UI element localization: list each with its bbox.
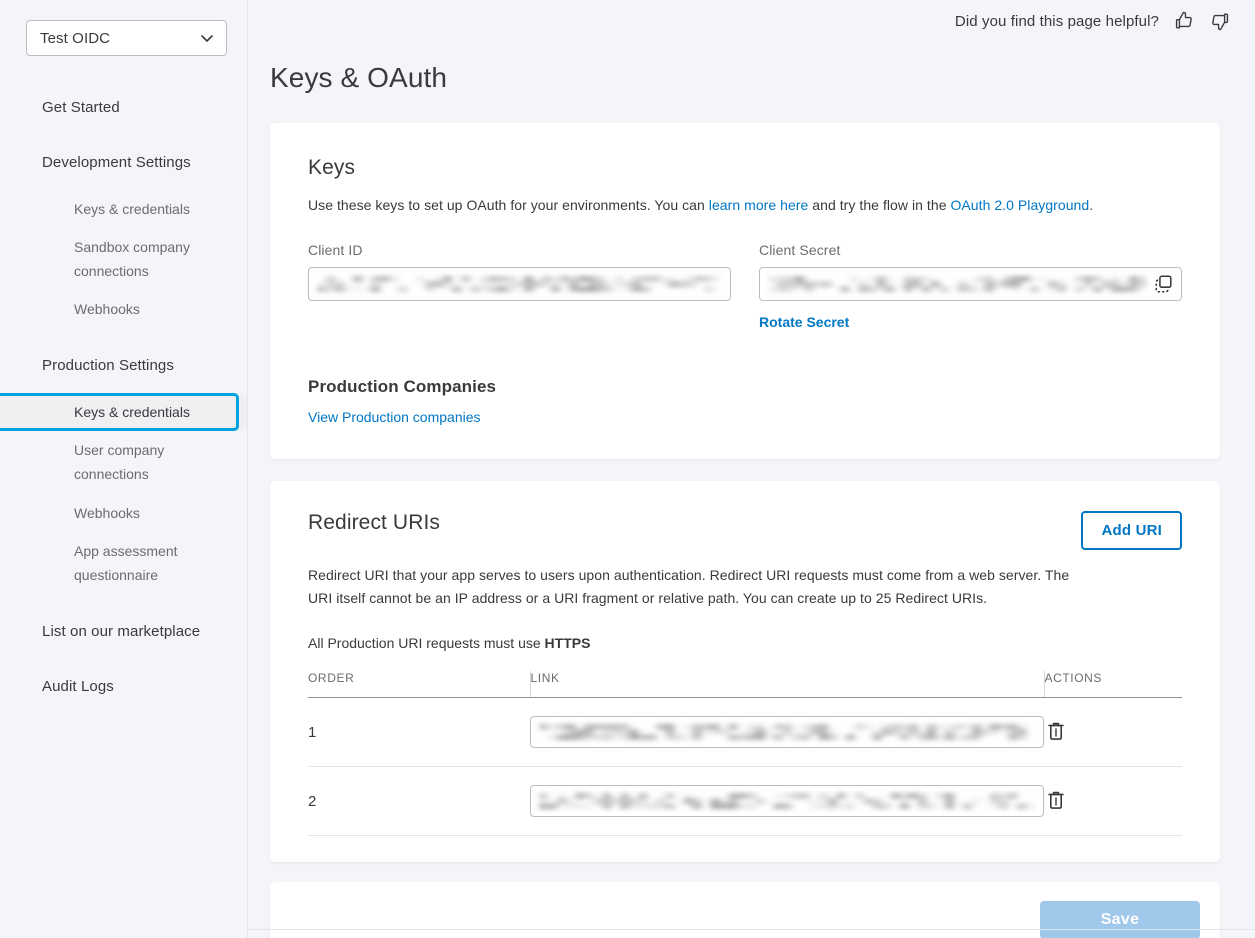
page-feedback: Did you find this page helpful? [955, 10, 1231, 32]
redirect-uris-description: Redirect URI that your app serves to use… [308, 567, 1070, 606]
keys-card: Keys Use these keys to set up OAuth for … [270, 123, 1220, 459]
sidebar-item-label: Keys & credentials [74, 404, 190, 421]
redirect-uri-masked-value [539, 793, 1035, 810]
redirect-uri-masked-value [539, 724, 1035, 741]
production-companies-title: Production Companies [308, 377, 497, 396]
table-body: 1 2 [308, 697, 1182, 837]
oauth-playground-link[interactable]: OAuth 2.0 Playground [950, 197, 1089, 213]
production-companies-link-row: View Production companies [308, 409, 1182, 425]
sidebar-group-production-settings[interactable]: Production Settings [0, 348, 247, 383]
https-note: All Production URI requests must use HTT… [308, 635, 1182, 651]
redirect-uris-card: Redirect URIs Add URI Redirect URI that … [270, 481, 1220, 863]
thumbs-down-icon[interactable] [1209, 10, 1231, 32]
save-button[interactable]: Save [1040, 901, 1200, 938]
sidebar-group-development-settings[interactable]: Development Settings [0, 145, 247, 180]
keys-desc-part3: . [1089, 197, 1094, 213]
sidebar-nav: Get Started Development Settings Keys & … [0, 90, 247, 704]
trash-icon [1048, 722, 1064, 740]
redirect-uris-header: Redirect URIs Add URI [308, 511, 1182, 550]
view-production-companies-link[interactable]: View Production companies [308, 409, 481, 425]
row-actions-cell [1044, 697, 1182, 768]
app-selector-value: Test OIDC [40, 29, 111, 47]
keys-desc-part1: Use these keys to set up OAuth for your … [308, 197, 709, 213]
redirect-uris-table: ORDER LINK ACTIONS 1 2 [308, 671, 1182, 837]
learn-more-here-link[interactable]: learn more here [709, 197, 809, 213]
keys-desc-part2: and try the flow in the [808, 197, 951, 213]
bottom-divider [248, 929, 1255, 930]
thumbs-up-icon[interactable] [1173, 10, 1195, 32]
keys-section-description: Use these keys to set up OAuth for your … [308, 195, 1182, 216]
copy-icon[interactable] [1154, 274, 1174, 294]
client-id-input[interactable] [308, 267, 731, 301]
delete-uri-button[interactable] [1044, 718, 1068, 747]
table-header-row: ORDER LINK ACTIONS [308, 671, 1182, 699]
main-content: Did you find this page helpful? Keys & O… [248, 0, 1255, 938]
row-actions-cell [1044, 766, 1182, 837]
row-link-cell [530, 697, 1044, 768]
keys-section-title: Keys [308, 156, 356, 179]
sidebar-item-audit-logs[interactable]: Audit Logs [0, 669, 247, 704]
client-secret-label: Client Secret [759, 242, 841, 258]
client-id-masked-value [317, 276, 722, 292]
table-row: 1 [308, 697, 1182, 768]
chevron-down-icon [201, 35, 213, 42]
sidebar-item-list-on-our-marketplace[interactable]: List on our marketplace [0, 614, 247, 649]
sidebar-item-dev-keys-credentials[interactable]: Keys & credentials [0, 190, 247, 228]
sidebar-item-get-started[interactable]: Get Started [0, 90, 247, 125]
client-secret-field: Client Secret Rotate Secret [759, 242, 1182, 332]
column-header-link: LINK [529, 671, 1044, 699]
app-root: Test OIDC Get Started Development Settin… [0, 0, 1255, 938]
table-row: 2 [308, 766, 1182, 837]
client-id-field: Client ID [308, 242, 731, 332]
https-note-bold: HTTPS [544, 635, 591, 652]
sidebar-item-user-company-connections[interactable]: User company connections [0, 431, 247, 493]
redirect-uri-input[interactable] [530, 785, 1044, 818]
trash-icon [1048, 791, 1064, 809]
keys-fields-row: Client ID Client Secret Rotate Secret [308, 242, 1182, 332]
column-header-actions: ACTIONS [1043, 671, 1182, 699]
client-secret-input[interactable] [759, 267, 1182, 301]
redirect-uri-input[interactable] [530, 716, 1044, 749]
sidebar-item-app-assessment-questionnaire[interactable]: App assessment questionnaire [0, 532, 247, 594]
client-id-label: Client ID [308, 242, 363, 258]
sidebar: Test OIDC Get Started Development Settin… [0, 0, 248, 938]
rotate-secret-row: Rotate Secret [759, 314, 1182, 332]
https-note-prefix: All Production URI requests must use [308, 635, 545, 652]
client-secret-masked-value [768, 276, 1147, 292]
row-link-cell [530, 766, 1044, 837]
sidebar-item-sandbox-company-connections[interactable]: Sandbox company connections [0, 228, 247, 290]
sidebar-item-dev-webhooks[interactable]: Webhooks [0, 290, 247, 328]
sidebar-item-prod-webhooks[interactable]: Webhooks [0, 494, 247, 532]
rotate-secret-link[interactable]: Rotate Secret [759, 314, 849, 330]
delete-uri-button[interactable] [1044, 787, 1068, 816]
add-uri-button[interactable]: Add URI [1081, 511, 1182, 550]
sidebar-item-prod-keys-credentials[interactable]: Keys & credentials [0, 393, 247, 432]
table-header: ORDER LINK ACTIONS [308, 671, 1182, 699]
redirect-uris-title: Redirect URIs [308, 511, 440, 534]
row-order-value: 1 [308, 697, 530, 768]
feedback-question: Did you find this page helpful? [954, 12, 1159, 30]
row-order-value: 2 [308, 766, 530, 837]
column-header-order: ORDER [308, 671, 530, 699]
app-selector-dropdown[interactable]: Test OIDC [26, 20, 227, 56]
